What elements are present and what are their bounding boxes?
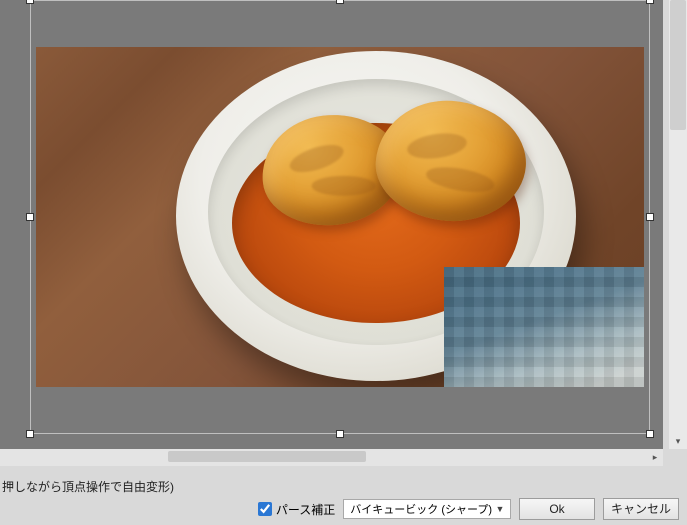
interpolation-select[interactable]: バイキュービック (シャープ) ▼ [343, 499, 511, 519]
horizontal-scrollbar[interactable]: ▸ [0, 449, 663, 466]
interpolation-selected-text: バイキュービック (シャープ) [350, 501, 492, 517]
cancel-button[interactable]: キャンセル [603, 498, 679, 520]
perspective-correction-label: パース補正 [276, 501, 335, 518]
vertical-scrollbar-thumb[interactable] [670, 0, 686, 130]
horizontal-scrollbar-track[interactable] [0, 449, 647, 466]
transform-handle-s[interactable] [336, 430, 344, 438]
transform-handle-sw[interactable] [26, 430, 34, 438]
vertical-scrollbar[interactable]: ▾ [669, 0, 687, 449]
chevron-down-icon: ▼ [492, 501, 508, 517]
perspective-correction-checkbox[interactable]: パース補正 [258, 501, 335, 518]
transform-handle-se[interactable] [646, 430, 654, 438]
perspective-correction-input[interactable] [258, 502, 272, 516]
pixelated-overlay [444, 267, 644, 387]
hint-text: 押しながら頂点操作で自由変形) [2, 478, 174, 495]
transform-handle-nw[interactable] [26, 0, 34, 4]
transform-handle-n[interactable] [336, 0, 344, 4]
transform-frame[interactable] [30, 0, 650, 434]
horizontal-scrollbar-thumb[interactable] [168, 451, 366, 462]
canvas-area [0, 0, 663, 449]
vertical-scrollbar-track[interactable] [669, 0, 687, 433]
controls-bar: パース補正 バイキュービック (シャープ) ▼ Ok キャンセル [0, 497, 687, 525]
transform-handle-ne[interactable] [646, 0, 654, 4]
scroll-right-arrow-icon[interactable]: ▸ [647, 449, 663, 466]
transform-handle-w[interactable] [26, 213, 34, 221]
transform-handle-e[interactable] [646, 213, 654, 221]
ok-button[interactable]: Ok [519, 498, 595, 520]
image-content[interactable] [36, 47, 644, 387]
scroll-down-arrow-icon[interactable]: ▾ [669, 433, 687, 449]
